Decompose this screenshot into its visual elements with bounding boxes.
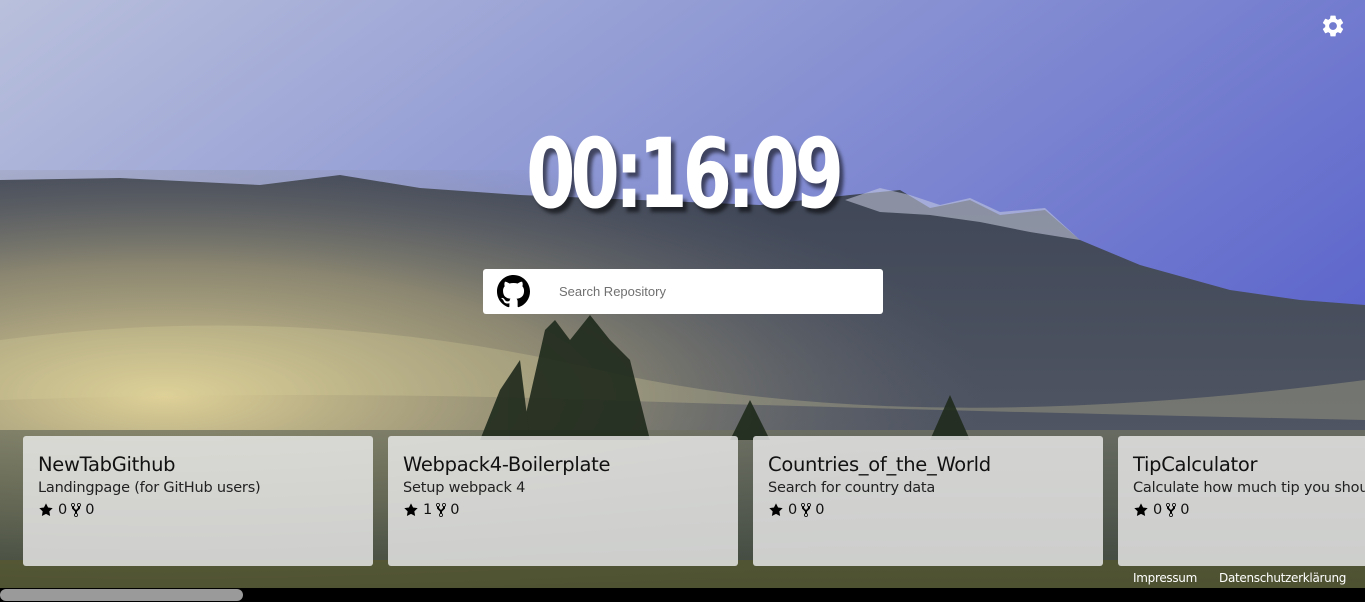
star-count: 0 [788, 502, 798, 518]
star-count: 0 [58, 502, 68, 518]
repo-title: Countries_of_the_World [768, 453, 991, 476]
repo-stats: 0 0 [1133, 500, 1350, 520]
repo-stats: 1 0 [403, 500, 723, 520]
repo-description: Setup webpack 4 [403, 480, 526, 496]
privacy-policy-link[interactable]: Datenschutzerklärung [1219, 571, 1346, 585]
fork-icon [1166, 503, 1177, 517]
repo-title: Webpack4-Boilerplate [403, 453, 611, 476]
star-icon [769, 503, 783, 517]
repo-stats: 0 0 [768, 500, 1088, 520]
fork-count: 0 [85, 502, 95, 518]
star-count: 0 [1153, 502, 1163, 518]
star-icon [39, 503, 53, 517]
new-tab-page: 00:16:09 NewTabGithub Landingpage (for G… [0, 0, 1365, 602]
search-bar [483, 269, 883, 314]
star-count: 1 [423, 502, 433, 518]
repo-card[interactable]: Countries_of_the_World Search for countr… [753, 436, 1103, 566]
fork-icon [801, 503, 812, 517]
repo-description: Search for country data [768, 480, 936, 496]
github-icon [497, 275, 530, 308]
repo-card[interactable]: NewTabGithub Landingpage (for GitHub use… [23, 436, 373, 566]
repo-title: TipCalculator [1133, 453, 1258, 476]
fork-count: 0 [815, 502, 825, 518]
star-icon [404, 503, 418, 517]
gear-icon[interactable] [1320, 13, 1346, 39]
impressum-link[interactable]: Impressum [1133, 571, 1197, 585]
repo-stats: 0 0 [38, 500, 358, 520]
repo-description: Calculate how much tip you should give [1133, 480, 1365, 496]
repo-card[interactable]: TipCalculator Calculate how much tip you… [1118, 436, 1365, 566]
fork-count: 0 [1180, 502, 1190, 518]
fork-icon [436, 503, 447, 517]
repo-card[interactable]: Webpack4-Boilerplate Setup webpack 4 1 0 [388, 436, 738, 566]
fork-icon [71, 503, 82, 517]
star-icon [1134, 503, 1148, 517]
search-input[interactable] [553, 277, 875, 305]
repo-title: NewTabGithub [38, 453, 176, 476]
repo-description: Landingpage (for GitHub users) [38, 480, 261, 496]
clock: 00:16:09 [526, 118, 844, 230]
scrollbar-thumb[interactable] [0, 589, 243, 601]
fork-count: 0 [450, 502, 460, 518]
